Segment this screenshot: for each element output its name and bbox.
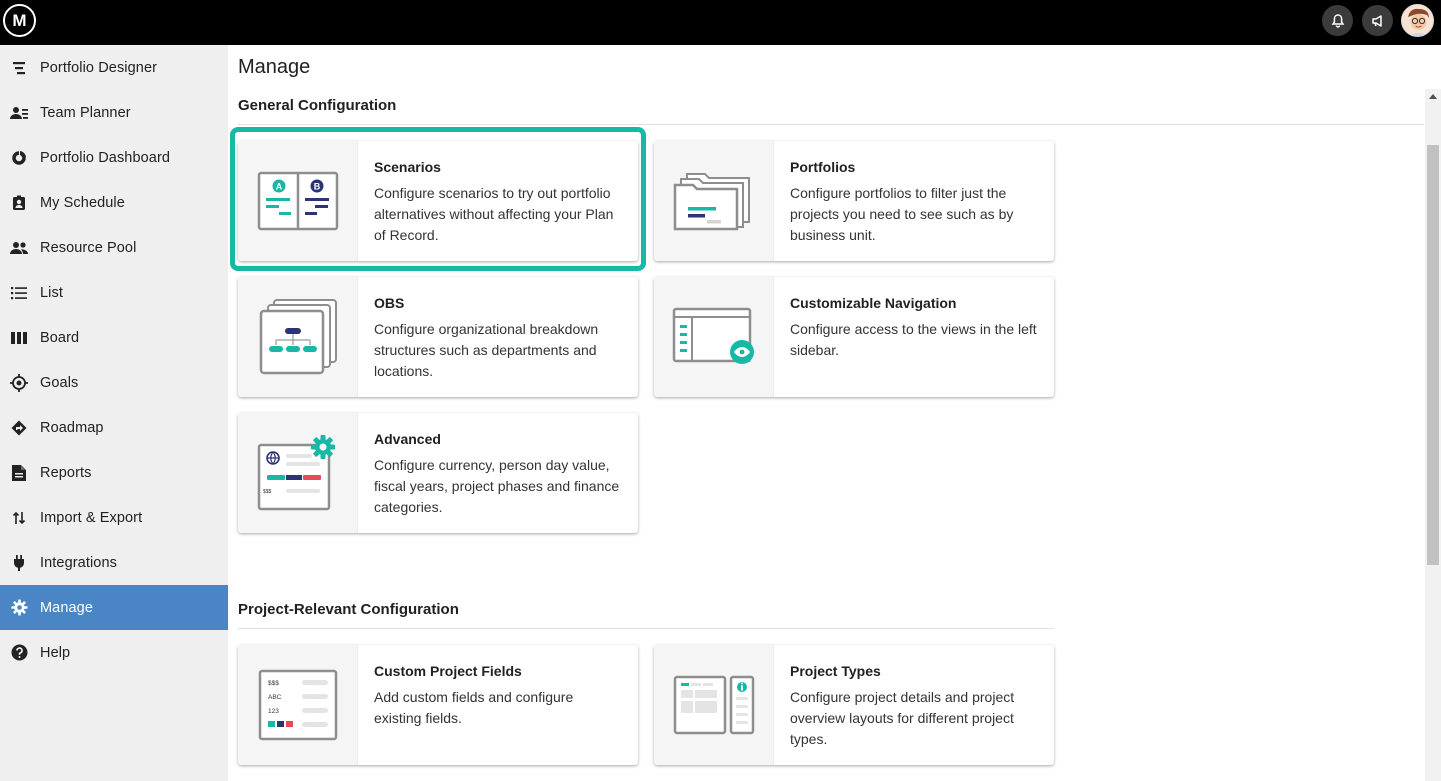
- list-icon: [10, 284, 28, 302]
- card-custom-project-fields[interactable]: $$$ ABC 123 Custom Project Fields Add cu…: [238, 645, 638, 765]
- board-icon: [10, 329, 28, 347]
- svg-text:123: 123: [268, 708, 279, 715]
- sidebar-item-label: Board: [40, 329, 80, 346]
- schedule-icon: [10, 194, 28, 212]
- sidebar-item-label: Manage: [40, 599, 93, 616]
- avatar-image: [1402, 5, 1433, 36]
- vertical-scrollbar[interactable]: [1425, 89, 1441, 781]
- sidebar-item-label: My Schedule: [40, 194, 125, 211]
- sidebar-item-label: Help: [40, 644, 71, 661]
- scrollbar-thumb[interactable]: [1427, 145, 1439, 565]
- scenarios-icon: A B: [238, 141, 358, 261]
- section-divider: [238, 124, 1424, 125]
- sidebar-item-label: Reports: [40, 464, 92, 481]
- card-title: Custom Project Fields: [374, 663, 522, 679]
- sidebar-item-help[interactable]: Help: [0, 630, 228, 675]
- portfolios-icon: [654, 141, 774, 261]
- section-divider: [238, 628, 1054, 629]
- import-export-icon: [10, 509, 28, 527]
- card-description: Configure scenarios to try out portfolio…: [374, 185, 614, 243]
- sidebar-item-my-schedule[interactable]: My Schedule: [0, 180, 228, 225]
- card-description: Configure currency, person day value, fi…: [374, 457, 620, 515]
- section-title-general: General Configuration: [238, 97, 397, 114]
- sidebar-item-board[interactable]: Board: [0, 315, 228, 360]
- card-advanced[interactable]: $$$ Advanced Configure currency, person …: [238, 413, 638, 533]
- user-avatar[interactable]: [1401, 4, 1434, 37]
- custom-fields-icon: $$$ ABC 123: [238, 645, 358, 765]
- sidebar-item-integrations[interactable]: Integrations: [0, 540, 228, 585]
- card-description: Configure portfolios to filter just the …: [790, 185, 1014, 243]
- page-title: Manage: [238, 56, 311, 78]
- bell-icon: [1331, 13, 1344, 28]
- sidebar-item-resource-pool[interactable]: Resource Pool: [0, 225, 228, 270]
- card-title: OBS: [374, 295, 405, 311]
- svg-text:$$$: $$$: [263, 489, 272, 495]
- sidebar-item-portfolio-dashboard[interactable]: Portfolio Dashboard: [0, 135, 228, 180]
- roadmap-icon: [10, 419, 28, 437]
- sidebar-item-import-export[interactable]: Import & Export: [0, 495, 228, 540]
- card-title: Scenarios: [374, 159, 441, 175]
- card-portfolios[interactable]: Portfolios Configure portfolios to filte…: [654, 141, 1054, 261]
- card-obs[interactable]: OBS Configure organizational breakdown s…: [238, 277, 638, 397]
- sidebar-item-label: Goals: [40, 374, 79, 391]
- advanced-icon: $$$: [238, 413, 358, 533]
- portfolio-designer-icon: [10, 59, 28, 77]
- sidebar-item-label: Team Planner: [40, 104, 131, 121]
- sidebar-item-manage[interactable]: Manage: [0, 585, 228, 630]
- sidebar-item-portfolio-designer[interactable]: Portfolio Designer: [0, 45, 228, 90]
- svg-text:ABC: ABC: [268, 694, 282, 701]
- sidebar-item-label: Portfolio Designer: [40, 59, 158, 76]
- card-project-types[interactable]: Project Types Configure project details …: [654, 645, 1054, 765]
- gear-icon: [10, 599, 28, 617]
- card-scenarios[interactable]: A B Scenarios Configure scenarios to try…: [238, 141, 638, 261]
- sidebar-item-label: Portfolio Dashboard: [40, 149, 171, 166]
- sidebar-item-reports[interactable]: Reports: [0, 450, 228, 495]
- dashboard-icon: [10, 149, 28, 167]
- team-planner-icon: [10, 104, 28, 122]
- card-description: Add custom fields and configure existing…: [374, 689, 574, 726]
- notifications-button[interactable]: [1322, 5, 1353, 36]
- megaphone-icon: [1371, 14, 1382, 27]
- card-title: Customizable Navigation: [790, 295, 957, 311]
- sidebar-item-team-planner[interactable]: Team Planner: [0, 90, 228, 135]
- card-description: Configure project details and project ov…: [790, 689, 1015, 747]
- sidebar-item-label: Resource Pool: [40, 239, 137, 256]
- sidebar-item-label: Integrations: [40, 554, 117, 571]
- announcements-button[interactable]: [1362, 5, 1393, 36]
- people-icon: [10, 239, 28, 257]
- goals-icon: [10, 373, 28, 392]
- navigation-icon: [654, 277, 774, 397]
- app-logo[interactable]: M: [3, 4, 36, 37]
- sidebar-item-goals[interactable]: Goals: [0, 360, 228, 405]
- obs-icon: [238, 277, 358, 397]
- card-title: Advanced: [374, 431, 441, 447]
- sidebar: Portfolio Designer Team Planner Portfoli…: [0, 45, 228, 781]
- sidebar-item-label: Roadmap: [40, 419, 104, 436]
- scroll-up-arrow-icon[interactable]: [1429, 94, 1437, 99]
- card-title: Portfolios: [790, 159, 856, 175]
- sidebar-item-label: Import & Export: [40, 509, 143, 526]
- top-bar: M: [0, 0, 1441, 45]
- svg-text:$$$: $$$: [268, 680, 279, 687]
- sidebar-item-list[interactable]: List: [0, 270, 228, 315]
- help-icon: [10, 644, 28, 662]
- sidebar-item-label: List: [40, 284, 63, 301]
- reports-icon: [10, 464, 28, 482]
- app-logo-text: M: [12, 10, 27, 30]
- svg-text:B: B: [313, 182, 320, 192]
- plug-icon: [10, 554, 28, 572]
- card-title: Project Types: [790, 663, 881, 679]
- card-description: Configure organizational breakdown struc…: [374, 321, 599, 379]
- card-description: Configure access to the views in the lef…: [790, 321, 1037, 358]
- svg-text:A: A: [275, 182, 282, 192]
- project-types-icon: [654, 645, 774, 765]
- main-content: Manage General Configuration A B Scenari…: [228, 45, 1441, 781]
- card-customizable-navigation[interactable]: Customizable Navigation Configure access…: [654, 277, 1054, 397]
- section-title-project-relevant: Project-Relevant Configuration: [238, 601, 459, 618]
- sidebar-item-roadmap[interactable]: Roadmap: [0, 405, 228, 450]
